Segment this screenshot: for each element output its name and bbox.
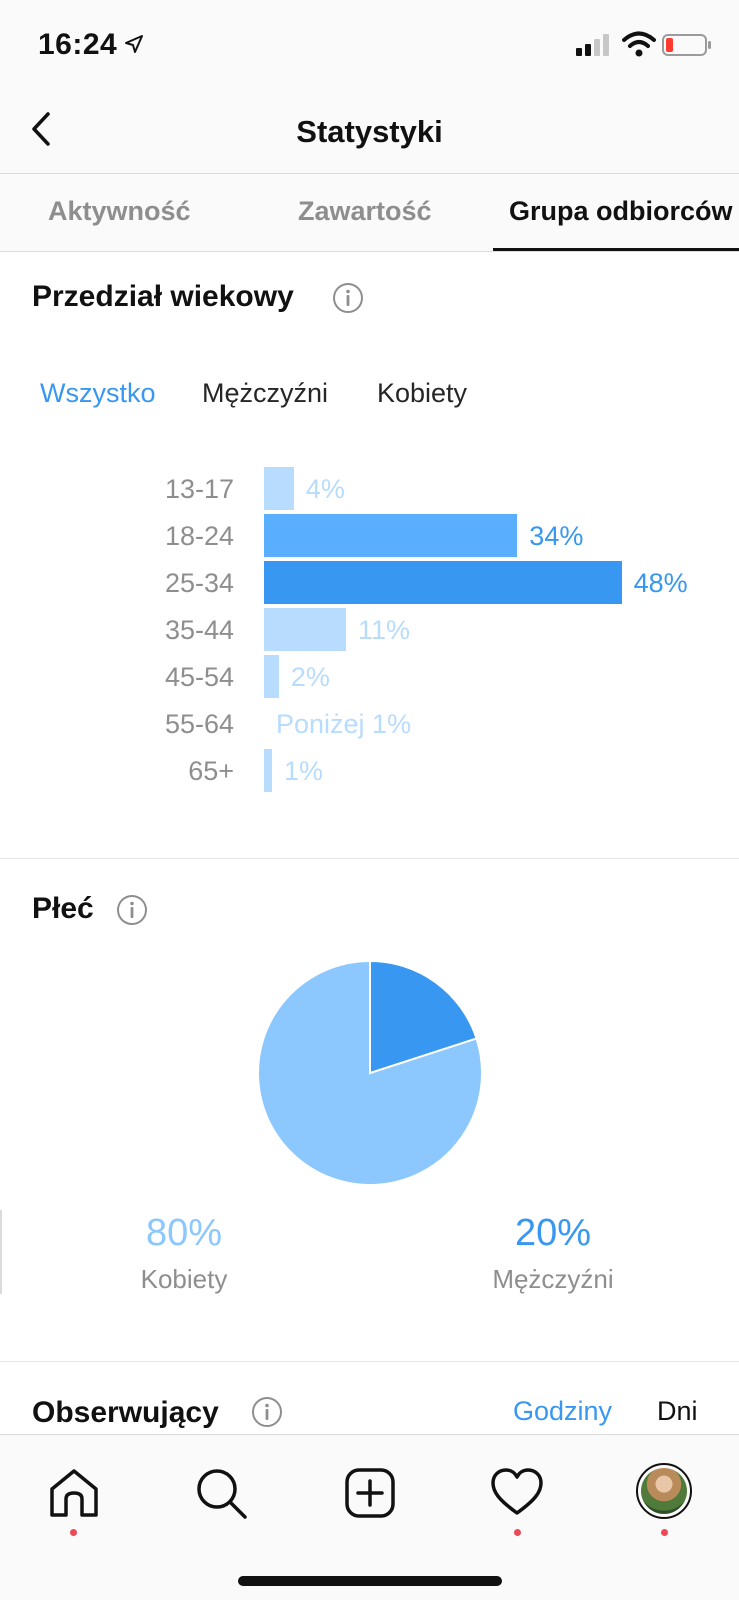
- age-range-title: Przedział wiekowy: [32, 280, 294, 313]
- age-value-label: 48%: [633, 568, 688, 598]
- filter-men[interactable]: Mężczyźni: [202, 378, 328, 409]
- bottom-tab-bar: [0, 1434, 739, 1600]
- info-icon[interactable]: [332, 282, 364, 314]
- info-icon[interactable]: [116, 894, 148, 926]
- age-label: 55-64: [164, 709, 234, 739]
- insights-tabs: Aktywność Zawartość Grupa odbiorców: [0, 174, 739, 252]
- age-bar: [264, 749, 272, 792]
- filter-women[interactable]: Kobiety: [377, 378, 467, 409]
- search-icon[interactable]: [193, 1465, 249, 1521]
- notification-dot: [514, 1529, 521, 1536]
- gender-pie-chart: [257, 959, 483, 1186]
- wifi-icon: [622, 31, 656, 57]
- gender-title: Płeć: [32, 892, 94, 925]
- men-label: Mężczyźni: [492, 1264, 614, 1294]
- tab-activity[interactable]: Aktywność: [48, 196, 191, 227]
- cellular-signal-icon: [576, 34, 609, 56]
- age-bar: [264, 561, 622, 604]
- period-days-toggle[interactable]: Dni: [657, 1396, 698, 1427]
- women-label: Kobiety: [140, 1264, 228, 1294]
- age-value-label: 4%: [305, 474, 345, 504]
- tab-content[interactable]: Zawartość: [298, 196, 432, 227]
- plus-square-icon[interactable]: [342, 1465, 398, 1521]
- home-indicator: [238, 1576, 502, 1586]
- age-value-label: 1%: [284, 756, 324, 786]
- profile-avatar[interactable]: [636, 1463, 692, 1519]
- age-bar: [264, 467, 294, 510]
- age-value-label: 11%: [357, 615, 410, 645]
- notification-dot: [661, 1529, 668, 1536]
- status-time: 16:24: [38, 28, 118, 61]
- location-arrow-icon: [125, 35, 143, 53]
- home-icon[interactable]: [46, 1465, 102, 1521]
- women-percent: 80%: [145, 1212, 223, 1254]
- age-label: 18-24: [164, 521, 234, 551]
- age-value-label: 2%: [290, 662, 330, 692]
- page-title: Statystyki: [296, 114, 443, 149]
- page-edge-line: [0, 1210, 2, 1294]
- tab-audience[interactable]: Grupa odbiorców: [509, 196, 733, 227]
- section-divider: [0, 1361, 739, 1362]
- notification-dot: [70, 1529, 77, 1536]
- age-value-label: Poniżej 1%: [276, 709, 412, 739]
- age-label: 13-17: [164, 474, 234, 504]
- men-percent: 20%: [514, 1212, 592, 1254]
- followers-title: Obserwujący: [32, 1396, 219, 1429]
- status-bar: 16:24: [0, 0, 739, 90]
- age-label: 35-44: [164, 615, 234, 645]
- age-label: 45-54: [164, 662, 234, 692]
- section-divider: [0, 858, 739, 859]
- avatar-image: [641, 1468, 687, 1514]
- heart-icon[interactable]: [489, 1465, 545, 1521]
- age-value-label: 34%: [529, 521, 584, 551]
- period-hours-toggle[interactable]: Godziny: [513, 1396, 612, 1427]
- battery-low-icon: [662, 34, 711, 56]
- age-label: 25-34: [164, 568, 234, 598]
- age-bar: [264, 514, 518, 557]
- navigation-bar: Statystyki: [0, 90, 739, 174]
- info-icon[interactable]: [251, 1396, 283, 1428]
- age-bar: [264, 608, 346, 651]
- active-tab-indicator: [493, 248, 739, 251]
- filter-all[interactable]: Wszystko: [40, 378, 156, 409]
- age-bar: [264, 655, 279, 698]
- age-label: 65+: [188, 756, 234, 786]
